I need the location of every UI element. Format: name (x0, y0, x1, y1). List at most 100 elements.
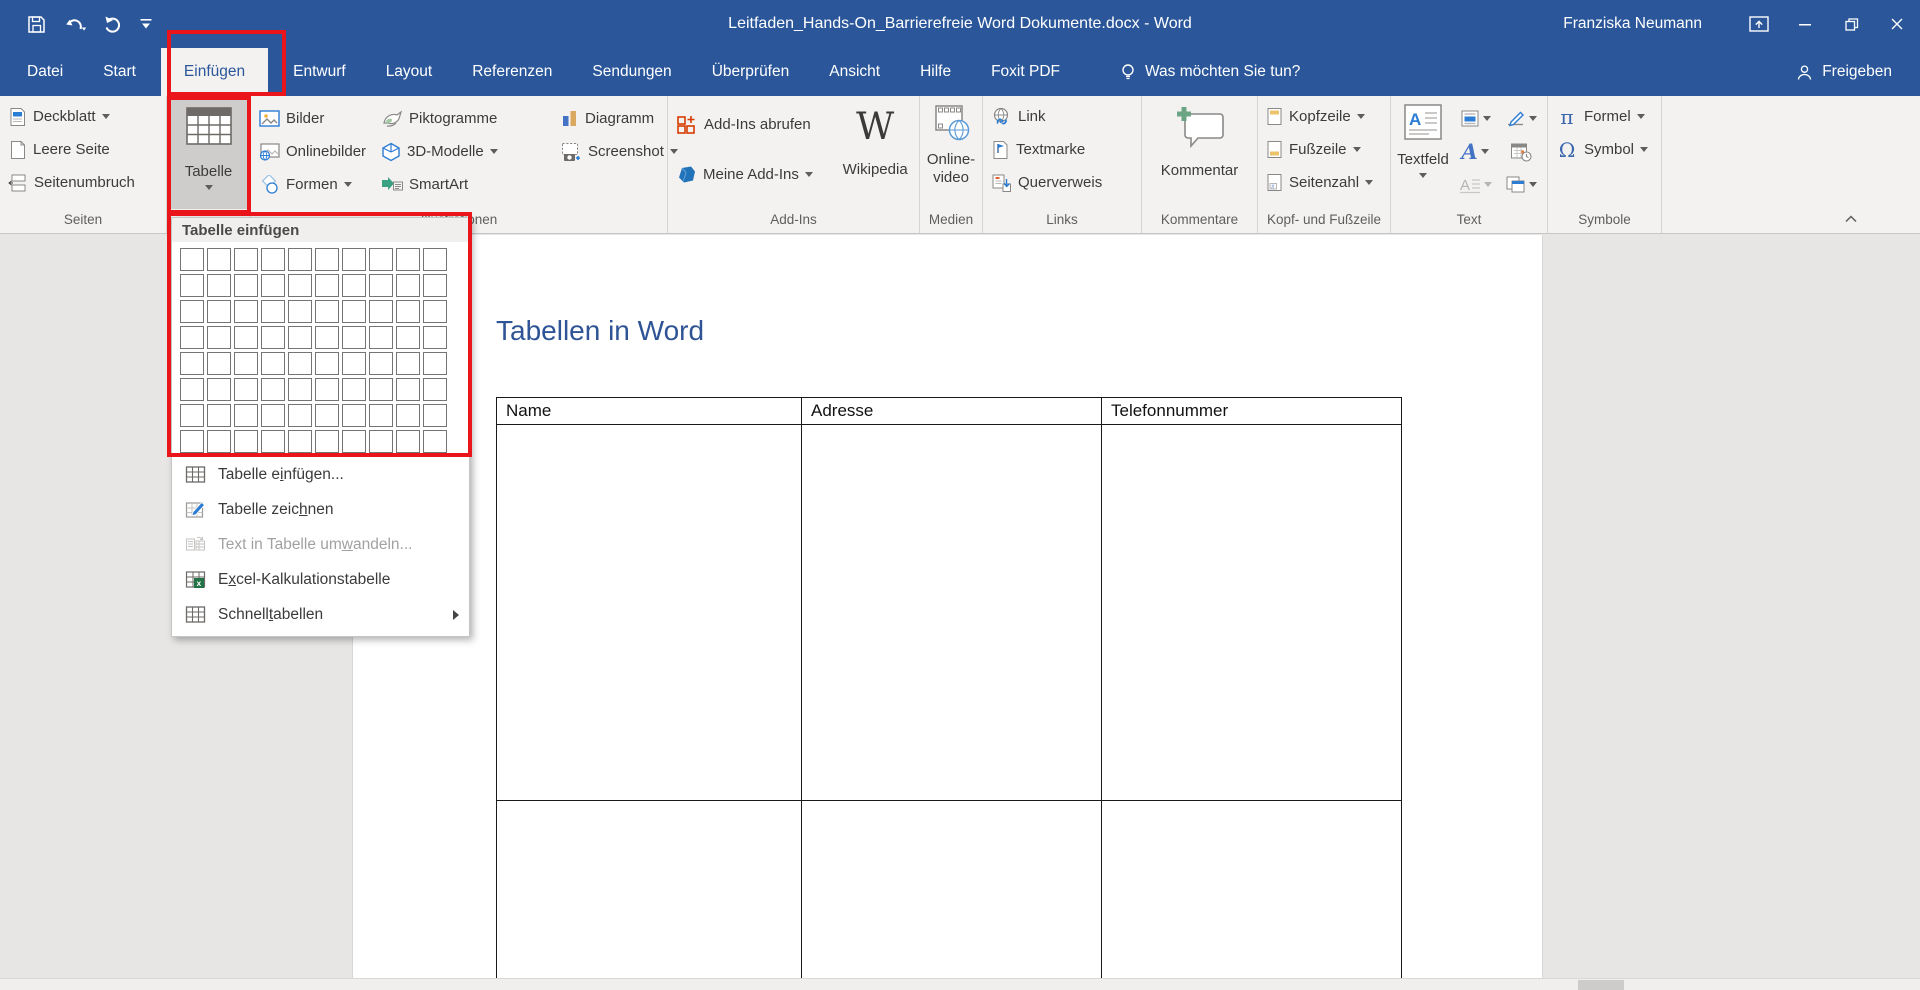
tab-foxit-pdf[interactable]: Foxit PDF (976, 48, 1075, 96)
table-size-grid-cell[interactable] (180, 352, 204, 375)
table-header-telefonnummer[interactable]: Telefonnummer (1102, 398, 1401, 425)
table-size-grid-cell[interactable] (261, 352, 285, 375)
table-size-grid-cell[interactable] (234, 352, 258, 375)
horizontal-scrollbar-thumb[interactable] (1578, 980, 1624, 990)
table-size-grid-cell[interactable] (234, 404, 258, 427)
querverweis-button[interactable]: Querverweis (986, 166, 1138, 199)
table-size-grid-cell[interactable] (261, 430, 285, 453)
tab-einfuegen[interactable]: Einfügen (161, 48, 268, 96)
table-size-grid-cell[interactable] (261, 274, 285, 297)
table-size-grid-cell[interactable] (342, 430, 366, 453)
table-size-grid-cell[interactable] (369, 326, 393, 349)
signaturzeile-button[interactable] (1498, 102, 1544, 135)
online-video-button[interactable]: Online- video (923, 98, 979, 209)
leere-seite-button[interactable]: Leere Seite (3, 133, 163, 166)
table-size-grid-cell[interactable] (315, 326, 339, 349)
wikipedia-button[interactable]: W Wikipedia (834, 98, 916, 209)
table-size-grid-cell[interactable] (342, 300, 366, 323)
initiale-button[interactable]: A (1452, 168, 1498, 201)
textfeld-button[interactable]: A Textfeld (1394, 98, 1452, 209)
table-size-grid-cell[interactable] (396, 378, 420, 401)
seitenzahl-button[interactable]: # Seitenzahl (1261, 166, 1387, 199)
datum-und-uhrzeit-button[interactable] (1498, 135, 1544, 168)
tab-entwurf[interactable]: Entwurf (278, 48, 361, 96)
table-size-grid-cell[interactable] (396, 404, 420, 427)
formen-button[interactable]: Formen (254, 168, 376, 201)
table-header-name[interactable]: Name (497, 398, 802, 425)
table-size-grid-cell[interactable] (234, 248, 258, 271)
table-size-grid-cell[interactable] (396, 430, 420, 453)
table-size-grid-cell[interactable] (234, 430, 258, 453)
table-size-grid-cell[interactable] (369, 404, 393, 427)
share-button[interactable]: Freigeben (1796, 48, 1892, 96)
table-size-grid-cell[interactable] (288, 352, 312, 375)
table-size-grid-cell[interactable] (180, 248, 204, 271)
table-cell[interactable] (1102, 801, 1401, 978)
table-size-grid-cell[interactable] (180, 378, 204, 401)
seitenumbruch-button[interactable]: Seitenumbruch (3, 166, 163, 199)
table-size-grid-cell[interactable] (180, 404, 204, 427)
table-size-grid-cell[interactable] (207, 300, 231, 323)
table-size-grid-cell[interactable] (396, 300, 420, 323)
tabelle-button[interactable]: Tabelle (167, 96, 250, 209)
table-size-grid-cell[interactable] (207, 430, 231, 453)
table-size-grid-cell[interactable] (288, 378, 312, 401)
table-size-grid-cell[interactable] (261, 404, 285, 427)
table-size-grid-cell[interactable] (423, 300, 447, 323)
table-size-grid-cell[interactable] (261, 326, 285, 349)
horizontal-scrollbar[interactable] (0, 978, 1920, 990)
tab-referenzen[interactable]: Referenzen (457, 48, 567, 96)
table-size-grid-cell[interactable] (369, 248, 393, 271)
table-size-grid-cell[interactable] (423, 274, 447, 297)
minimize-button[interactable] (1782, 0, 1828, 48)
menu-item-schnelltabellen[interactable]: Schnelltabellen (172, 597, 469, 632)
tab-layout[interactable]: Layout (371, 48, 448, 96)
table-size-grid-cell[interactable] (396, 352, 420, 375)
formel-button[interactable]: π Formel (1551, 100, 1658, 133)
table-cell[interactable] (497, 801, 802, 978)
add-ins-abrufen-button[interactable]: Add-Ins abrufen (671, 108, 834, 141)
piktogramme-button[interactable]: Piktogramme (376, 102, 556, 135)
table-size-grid-cell[interactable] (315, 300, 339, 323)
table-cell[interactable] (497, 425, 802, 801)
table-size-grid-cell[interactable] (423, 352, 447, 375)
table-size-grid-cell[interactable] (342, 248, 366, 271)
close-button[interactable] (1874, 0, 1920, 48)
table-size-grid-cell[interactable] (342, 274, 366, 297)
table-size-grid-cell[interactable] (288, 404, 312, 427)
table-size-grid-cell[interactable] (180, 274, 204, 297)
document-heading[interactable]: Tabellen in Word (496, 315, 704, 347)
tab-hilfe[interactable]: Hilfe (905, 48, 966, 96)
save-button[interactable] (26, 14, 47, 35)
tab-ueberpruefen[interactable]: Überprüfen (697, 48, 805, 96)
objekt-button[interactable] (1498, 168, 1544, 201)
table-size-grid-cell[interactable] (315, 378, 339, 401)
table-size-grid-cell[interactable] (315, 430, 339, 453)
redo-button[interactable] (103, 14, 123, 34)
meine-add-ins-button[interactable]: Meine Add-Ins (671, 158, 834, 191)
document-page[interactable]: Tabellen in Word Name Adresse Telefonnum… (352, 235, 1543, 978)
table-size-grid-cell[interactable] (180, 326, 204, 349)
table-size-grid-cell[interactable] (207, 378, 231, 401)
table-size-grid-cell[interactable] (423, 326, 447, 349)
table-size-grid-cell[interactable] (180, 430, 204, 453)
customize-qat-button[interactable] (139, 17, 153, 31)
onlinebilder-button[interactable]: Onlinebilder (254, 135, 376, 168)
collapse-ribbon-button[interactable] (1844, 211, 1858, 229)
menu-item-excel-kalkulationstabelle[interactable]: x Excel-Kalkulationstabelle (172, 562, 469, 597)
smartart-button[interactable]: SmartArt (376, 168, 556, 201)
table-size-grid-cell[interactable] (261, 378, 285, 401)
table-size-grid-cell[interactable] (207, 274, 231, 297)
table-size-grid-cell[interactable] (369, 352, 393, 375)
table-size-grid-cell[interactable] (288, 430, 312, 453)
table-size-grid-cell[interactable] (342, 378, 366, 401)
table-size-grid-cell[interactable] (342, 326, 366, 349)
table-size-grid-cell[interactable] (288, 248, 312, 271)
table-cell[interactable] (802, 801, 1102, 978)
table-size-grid-cell[interactable] (396, 326, 420, 349)
table-size-grid-cell[interactable] (396, 274, 420, 297)
table-header-adresse[interactable]: Adresse (802, 398, 1102, 425)
table-size-grid-cell[interactable] (234, 300, 258, 323)
menu-item-tabelle-zeichnen[interactable]: Tabelle zeichnen (172, 492, 469, 527)
table-size-grid-cell[interactable] (234, 274, 258, 297)
